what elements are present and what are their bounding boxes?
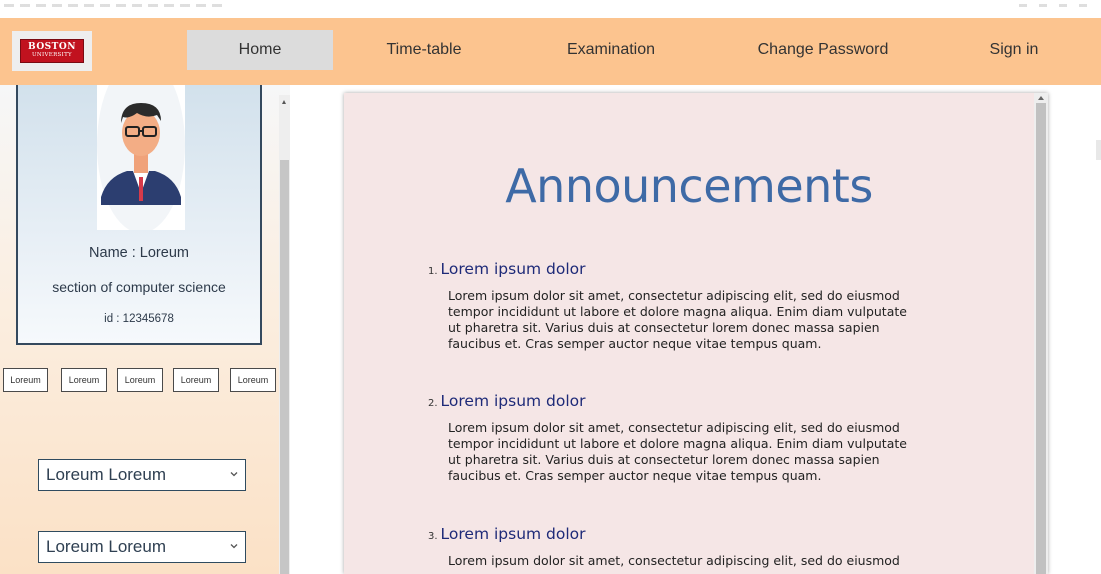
nav-item-examination[interactable]: Examination	[548, 30, 674, 70]
announcement-item: 2. Lorem ipsum dolor Lorem ipsum dolor si…	[428, 390, 988, 484]
announcements-title: Announcements	[505, 159, 873, 213]
announcement-line: tempor incididunt ut labore et dolore ma…	[448, 436, 907, 451]
announcements-scroll-thumb[interactable]	[1036, 103, 1046, 574]
announcement-body: Lorem ipsum dolor sit amet, consectetur …	[448, 553, 968, 569]
window-top-strip	[0, 0, 1101, 18]
sidebar-scrollbar[interactable]	[279, 95, 290, 574]
nav-item-sign-in[interactable]: Sign in	[975, 30, 1053, 70]
window-title-faded	[4, 4, 224, 7]
university-logo[interactable]: BOSTON UNIVERSITY	[12, 31, 92, 71]
scroll-up-arrow-icon[interactable]	[1038, 96, 1044, 100]
profile-id: id : 12345678	[104, 313, 174, 325]
announcement-item: 1. Lorem ipsum dolor Lorem ipsum dolor si…	[428, 258, 988, 352]
announcement-heading[interactable]: 1. Lorem ipsum dolor	[428, 258, 988, 280]
avatar-illustration	[97, 85, 185, 230]
logo-line-1: BOSTON	[28, 42, 76, 53]
profile-card: Name : Loreum section of computer scienc…	[16, 85, 262, 345]
page-edge-marker	[1096, 140, 1101, 160]
announcement-body: Lorem ipsum dolor sit amet, consectetur …	[448, 420, 968, 484]
logo-line-2: UNIVERSITY	[32, 52, 72, 59]
logo-plate: BOSTON UNIVERSITY	[20, 39, 84, 63]
select-value: Loreum Loreum	[46, 465, 167, 484]
select-value: Loreum Loreum	[46, 537, 167, 556]
announcement-heading[interactable]: 2. Lorem ipsum dolor	[428, 390, 988, 412]
chip-button[interactable]: Loreum	[61, 368, 107, 392]
announcement-line: faucibus et. Cras semper auctor neque vi…	[448, 336, 822, 351]
announcement-line: Lorem ipsum dolor sit amet, consectetur …	[448, 288, 900, 303]
announcement-line: ut pharetra sit. Varius duis at consecte…	[448, 452, 880, 467]
sidebar-scroll-thumb[interactable]	[280, 160, 289, 574]
announcement-line: Lorem ipsum dolor sit amet, consectetur …	[448, 420, 900, 435]
announcement-number: 1.	[428, 266, 438, 277]
announcements-panel: Announcements 1. Lorem ipsum dolor Lorem …	[344, 93, 1048, 574]
announcement-line: tempor incididunt ut labore et dolore ma…	[448, 304, 907, 319]
select-dropdown-1[interactable]: Loreum Loreum	[38, 459, 246, 491]
announcement-heading[interactable]: 3. Lorem ipsum dolor	[428, 523, 988, 545]
top-navbar: BOSTON UNIVERSITY Home Time-table Examin…	[0, 18, 1101, 85]
chip-button[interactable]: Loreum	[3, 368, 48, 392]
announcement-number: 3.	[428, 531, 438, 542]
profile-section: section of computer science	[52, 279, 226, 295]
chip-button[interactable]: Loreum	[230, 368, 276, 392]
chip-button[interactable]: Loreum	[173, 368, 219, 392]
announcement-title: Lorem ipsum dolor	[440, 260, 586, 278]
window-controls-faded	[1019, 4, 1089, 7]
announcement-number: 2.	[428, 398, 438, 409]
announcement-title: Lorem ipsum dolor	[440, 525, 586, 543]
person-avatar-icon	[97, 85, 185, 230]
announcement-item: 3. Lorem ipsum dolor Lorem ipsum dolor si…	[428, 523, 988, 569]
chevron-down-icon	[230, 472, 238, 477]
scroll-up-arrow-icon[interactable]	[282, 100, 286, 104]
profile-name: Name : Loreum	[89, 245, 189, 261]
nav-item-change-password[interactable]: Change Password	[743, 30, 903, 70]
nav-item-time-table[interactable]: Time-table	[368, 30, 480, 70]
announcement-title: Lorem ipsum dolor	[440, 392, 586, 410]
chip-button[interactable]: Loreum	[117, 368, 163, 392]
chevron-down-icon	[230, 544, 238, 549]
nav-item-home[interactable]: Home	[187, 30, 333, 70]
profile-sidebar: Name : Loreum section of computer scienc…	[0, 85, 290, 574]
select-dropdown-2[interactable]: Loreum Loreum	[38, 531, 246, 563]
announcement-line: faucibus et. Cras semper auctor neque vi…	[448, 468, 822, 483]
announcement-body: Lorem ipsum dolor sit amet, consectetur …	[448, 288, 968, 352]
announcements-scrollbar[interactable]	[1034, 93, 1048, 574]
announcement-line: ut pharetra sit. Varius duis at consecte…	[448, 320, 880, 335]
announcement-line: Lorem ipsum dolor sit amet, consectetur …	[448, 553, 900, 568]
